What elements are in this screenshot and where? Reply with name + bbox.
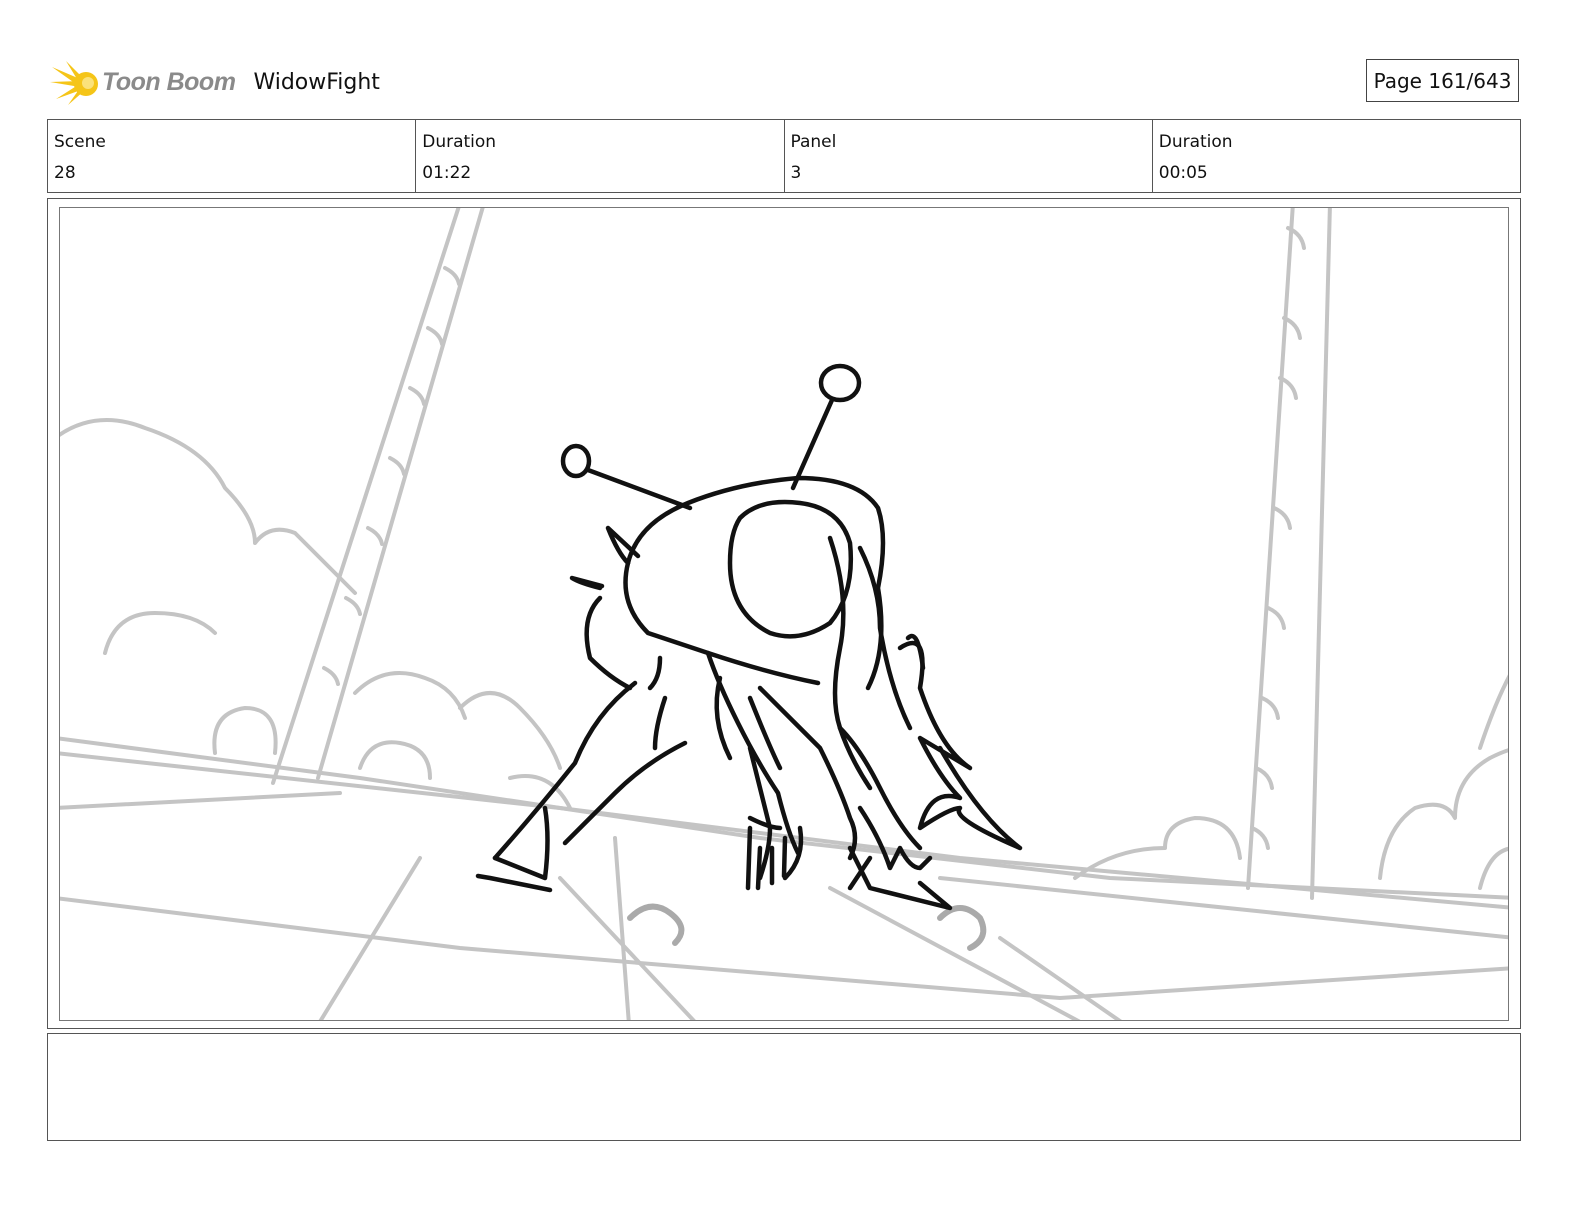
panel-frame — [47, 198, 1521, 1029]
scene-cell: Scene 28 — [48, 120, 417, 192]
storyboard-sketch — [60, 208, 1508, 1020]
scene-duration-value: 01:22 — [422, 163, 472, 183]
panel-value: 3 — [790, 163, 802, 183]
panel-duration-cell: Duration 00:05 — [1153, 120, 1520, 192]
panel-label: Panel — [790, 132, 837, 152]
panel-duration-label: Duration — [1158, 132, 1233, 152]
scene-value: 28 — [54, 163, 76, 183]
toon-boom-logo: Toon Boom — [50, 57, 236, 107]
storyboard-header: Toon Boom WidowFight — [50, 52, 380, 112]
logo-wordmark: Toon Boom — [102, 67, 236, 96]
panel-duration-value: 00:05 — [1158, 163, 1208, 183]
page-indicator: Page 161/643 — [1366, 59, 1519, 102]
background-sketch — [60, 208, 1508, 1020]
scene-label: Scene — [54, 132, 106, 152]
panel-image — [59, 207, 1509, 1021]
project-title: WidowFight — [253, 69, 380, 95]
scene-duration-label: Duration — [422, 132, 497, 152]
starburst-icon — [50, 61, 98, 105]
scene-duration-cell: Duration 01:22 — [416, 120, 785, 192]
character-sketch — [475, 363, 1023, 911]
panel-cell: Panel 3 — [785, 120, 1153, 192]
scene-info-table: Scene 28 Duration 01:22 Panel 3 Duration… — [47, 119, 1521, 193]
panel-notes-box — [47, 1033, 1521, 1141]
